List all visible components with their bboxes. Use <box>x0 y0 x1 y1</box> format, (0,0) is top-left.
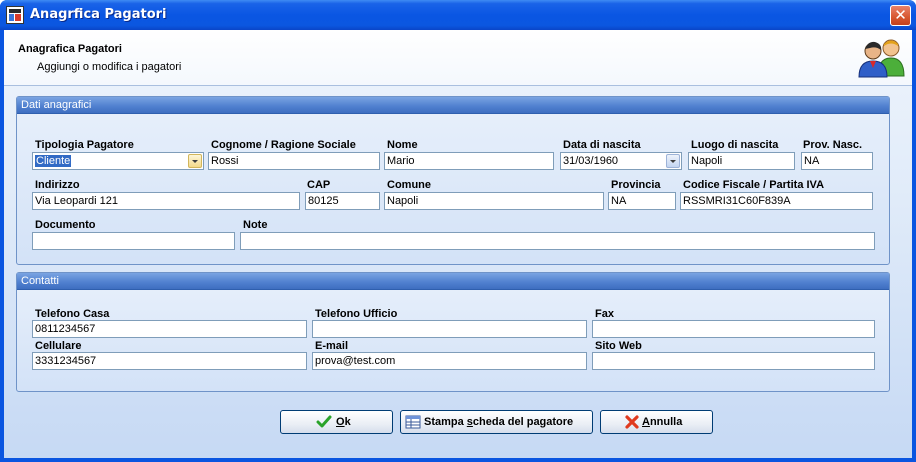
note-label: Note <box>243 219 268 231</box>
luogo-nascita-field[interactable]: Napoli <box>688 152 795 170</box>
annulla-button-label: Annulla <box>642 411 682 433</box>
stampa-before: Stampa <box>424 416 467 428</box>
email-field[interactable]: prova@test.com <box>312 352 587 370</box>
group-contatti-title: Contatti <box>17 273 889 290</box>
stampa-after: cheda del pagatore <box>472 416 574 428</box>
indirizzo-label: Indirizzo <box>35 179 80 191</box>
close-icon: ✕ <box>894 6 907 24</box>
table-icon <box>405 415 421 429</box>
ok-accel: O <box>336 416 345 428</box>
prov-nasc-label: Prov. Nasc. <box>803 139 863 151</box>
tel-ufficio-field[interactable] <box>312 320 587 338</box>
ok-rest: k <box>344 416 351 428</box>
stampa-button-label: Stampa scheda del pagatore <box>424 411 573 433</box>
cognome-label: Cognome / Ragione Sociale <box>211 139 356 151</box>
group-dati-anagrafici: Dati anagrafici Tipologia Pagatore Clien… <box>16 96 890 265</box>
close-button[interactable]: ✕ <box>890 5 911 26</box>
sito-web-field[interactable] <box>592 352 875 370</box>
group-contatti: Contatti Telefono Casa 0811234567 Telefo… <box>16 272 890 392</box>
comune-field[interactable]: Napoli <box>384 192 604 210</box>
provincia-field[interactable]: NA <box>608 192 676 210</box>
cellulare-label: Cellulare <box>35 340 82 352</box>
calendar-dropdown-icon[interactable] <box>666 154 680 168</box>
ok-button-label: Ok <box>336 411 351 433</box>
tipologia-select[interactable]: Cliente <box>32 152 204 170</box>
tel-casa-field[interactable]: 0811234567 <box>32 320 307 338</box>
tel-ufficio-label: Telefono Ufficio <box>315 308 398 320</box>
data-nascita-label: Data di nascita <box>563 139 641 151</box>
title-bar[interactable]: Anagrfica Pagatori ✕ <box>0 0 916 30</box>
tipologia-label: Tipologia Pagatore <box>35 139 134 151</box>
cap-field[interactable]: 80125 <box>305 192 380 210</box>
header-subtitle: Aggiungi o modifica i pagatori <box>37 61 182 73</box>
cap-label: CAP <box>307 179 331 191</box>
fax-field[interactable] <box>592 320 875 338</box>
chevron-down-icon[interactable] <box>188 154 202 168</box>
ok-button[interactable]: Ok <box>280 410 393 434</box>
tel-casa-label: Telefono Casa <box>35 308 110 320</box>
stampa-scheda-button[interactable]: Stampa scheda del pagatore <box>400 410 593 434</box>
codice-fiscale-field[interactable]: RSSMRI31C60F839A <box>680 192 873 210</box>
annulla-accel: A <box>642 416 650 428</box>
app-icon <box>6 6 24 24</box>
dialog-client-area: Anagrafica Pagatori Aggiungi o modifica … <box>4 30 912 458</box>
provincia-label: Provincia <box>611 179 661 191</box>
comune-label: Comune <box>387 179 431 191</box>
annulla-button[interactable]: Annulla <box>600 410 713 434</box>
users-icon <box>858 39 905 78</box>
email-label: E-mail <box>315 340 349 352</box>
fax-label: Fax <box>595 308 614 320</box>
note-field[interactable] <box>240 232 875 250</box>
data-nascita-picker[interactable]: 31/03/1960 <box>560 152 682 170</box>
luogo-nascita-label: Luogo di nascita <box>691 139 779 151</box>
annulla-rest: nnulla <box>649 416 683 428</box>
prov-nasc-field[interactable]: NA <box>801 152 873 170</box>
nome-field[interactable]: Mario <box>384 152 554 170</box>
codice-fiscale-label: Codice Fiscale / Partita IVA <box>683 179 825 191</box>
dialog-header: Anagrafica Pagatori Aggiungi o modifica … <box>4 30 912 86</box>
cancel-x-icon <box>625 415 639 429</box>
tipologia-value: Cliente <box>35 155 72 167</box>
documento-label: Documento <box>35 219 96 231</box>
window-title: Anagrfica Pagatori <box>30 7 167 22</box>
data-nascita-value: 31/03/1960 <box>563 155 619 167</box>
check-icon <box>316 415 332 428</box>
indirizzo-field[interactable]: Via Leopardi 121 <box>32 192 300 210</box>
nome-label: Nome <box>387 139 418 151</box>
sito-web-label: Sito Web <box>595 340 642 352</box>
cellulare-field[interactable]: 3331234567 <box>32 352 307 370</box>
group-dati-anagrafici-title: Dati anagrafici <box>17 97 889 114</box>
cognome-field[interactable]: Rossi <box>208 152 380 170</box>
dialog-window: Anagrfica Pagatori ✕ Anagrafica Pagatori… <box>0 0 916 462</box>
header-title: Anagrafica Pagatori <box>18 43 122 55</box>
documento-field[interactable] <box>32 232 235 250</box>
